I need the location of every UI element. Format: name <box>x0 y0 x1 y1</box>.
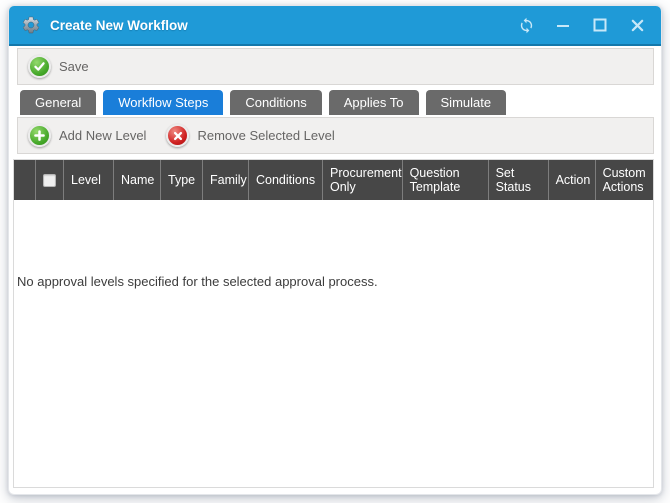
save-toolbar: Save <box>17 48 654 85</box>
tab-conditions[interactable]: Conditions <box>230 90 321 115</box>
header-cell-procurement-only[interactable]: Procurement Only <box>322 160 402 200</box>
remove-selected-level-label: Remove Selected Level <box>197 128 334 143</box>
header-cell-level[interactable]: Level <box>63 160 113 200</box>
gear-icon <box>21 15 41 35</box>
close-button[interactable] <box>627 15 647 35</box>
header-cell-set-status[interactable]: Set Status <box>488 160 548 200</box>
window-controls <box>516 15 647 35</box>
save-label: Save <box>59 59 89 74</box>
header-cell-select-all[interactable] <box>35 160 63 200</box>
minimize-button[interactable] <box>553 15 573 35</box>
remove-selected-level-button[interactable]: Remove Selected Level <box>166 124 334 147</box>
add-new-level-label: Add New Level <box>59 128 146 143</box>
header-cell-name[interactable]: Name <box>113 160 160 200</box>
save-check-icon <box>28 55 51 78</box>
add-plus-icon <box>28 124 51 147</box>
window-title: Create New Workflow <box>50 18 188 33</box>
empty-levels-message: No approval levels specified for the sel… <box>14 200 653 289</box>
header-cell-type[interactable]: Type <box>160 160 202 200</box>
remove-x-icon <box>166 124 189 147</box>
approval-levels-grid: Level Name Type Family Conditions Procur… <box>13 159 654 488</box>
maximize-icon <box>593 18 607 32</box>
tab-general[interactable]: General <box>20 90 96 115</box>
add-new-level-button[interactable]: Add New Level <box>28 124 146 147</box>
header-cell-spacer <box>14 160 35 200</box>
select-all-checkbox[interactable] <box>43 174 56 187</box>
tab-workflow-steps[interactable]: Workflow Steps <box>103 90 223 115</box>
tab-strip: General Workflow Steps Conditions Applie… <box>20 90 654 115</box>
header-cell-action[interactable]: Action <box>548 160 595 200</box>
refresh-icon <box>518 17 535 34</box>
close-icon <box>631 19 644 32</box>
refresh-button[interactable] <box>516 15 536 35</box>
header-cell-custom-actions[interactable]: Custom Actions <box>595 160 653 200</box>
tab-applies-to[interactable]: Applies To <box>329 90 419 115</box>
minimize-icon <box>556 18 570 32</box>
header-cell-question-template[interactable]: Question Template <box>402 160 488 200</box>
titlebar[interactable]: Create New Workflow <box>9 6 661 46</box>
maximize-button[interactable] <box>590 15 610 35</box>
header-cell-family[interactable]: Family <box>202 160 248 200</box>
save-button[interactable]: Save <box>28 55 89 78</box>
grid-body: No approval levels specified for the sel… <box>14 200 653 487</box>
level-toolbar: Add New Level Remove Selected Level <box>17 117 654 154</box>
grid-header-row: Level Name Type Family Conditions Procur… <box>14 160 653 200</box>
create-new-workflow-dialog: Create New Workflow <box>8 5 662 495</box>
tab-simulate[interactable]: Simulate <box>426 90 507 115</box>
header-cell-conditions[interactable]: Conditions <box>248 160 322 200</box>
